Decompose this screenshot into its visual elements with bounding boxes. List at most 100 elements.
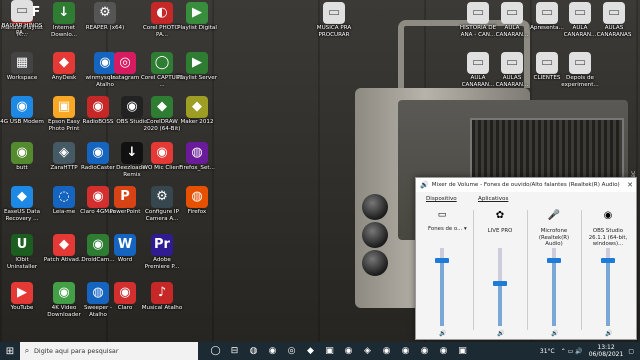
app-volume-slider[interactable]	[601, 257, 615, 263]
start-button[interactable]: ⊞	[0, 342, 20, 360]
app-volume-column: ✿ LIVE PRO 🔊	[476, 202, 524, 337]
desktop-icon[interactable]: ▭ Depois de experiment...	[558, 52, 602, 89]
app-icon: ♪	[151, 282, 173, 304]
app-icon: ⚙	[94, 2, 116, 24]
desktop-icon-label: REAPER (x64)	[85, 25, 125, 31]
app-icon: ▭	[569, 2, 591, 24]
close-icon[interactable]: ✕	[624, 181, 636, 189]
app-icon: P	[114, 186, 136, 208]
app-volume-column: 🎤 Microfone (Realtek(R) Audio) 🔊	[530, 202, 578, 337]
desktop-icon[interactable]: U IObit Uninstaller	[0, 234, 44, 271]
taskbar-app-icon[interactable]: ◈	[358, 342, 377, 360]
desktop-icon[interactable]: ◆ AnyDesk	[42, 52, 86, 82]
volume-mixer-window: 🔊 Mixer de Volume - Fones de ouvido/Alto…	[415, 177, 637, 340]
desktop-icon[interactable]: ◍ Firefox	[175, 186, 219, 216]
desktop-icon[interactable]: ♪ Musical Atalho	[140, 282, 184, 312]
taskbar-app-icon[interactable]: ◉	[434, 342, 453, 360]
device-volume-slider[interactable]	[435, 257, 449, 263]
app-icon: ▭	[536, 2, 558, 24]
desktop-icon[interactable]: ▦ Workspace	[0, 52, 44, 82]
taskbar-app-icon[interactable]: ◉	[339, 342, 358, 360]
device-volume-column: ▭ Fones de o... ▾ 🔊	[418, 202, 467, 337]
desktop-icon[interactable]: ▶ YouTube	[0, 282, 44, 312]
app-volume-fill	[606, 259, 610, 326]
wallpaper-radio-knob	[362, 222, 388, 248]
taskbar-app-icon[interactable]: ◎	[282, 342, 301, 360]
wallpaper-radio-knob	[362, 194, 388, 220]
taskbar-app-icon[interactable]: ◉	[263, 342, 282, 360]
desktop-icon-label: Firefox_Set...	[179, 165, 215, 171]
taskbar-app-icon[interactable]: ▣	[320, 342, 339, 360]
desktop-icon[interactable]: ▭ AULAS CANARANAS	[592, 2, 636, 39]
app-icon: ▶	[186, 2, 208, 24]
desktop-icon-label: AULAS CANARANAS	[596, 25, 632, 38]
desktop-icon[interactable]: ⚙ REAPER (x64)	[83, 2, 127, 32]
desktop-icon[interactable]: ◆ Maker 2012	[175, 96, 219, 126]
app-icon: ◐	[151, 2, 173, 24]
taskbar-app-icon[interactable]: ◉	[396, 342, 415, 360]
mute-speaker-icon[interactable]: 🔊	[549, 330, 561, 337]
app-icon: ◯	[151, 52, 173, 74]
desktop-icon[interactable]: ↓ Internet Downlo...	[42, 2, 86, 39]
app-icon: ⚙	[151, 186, 173, 208]
mute-speaker-icon[interactable]: 🔊	[437, 330, 449, 337]
desktop-icon[interactable]: ◍ Firefox_Set...	[175, 142, 219, 172]
app-icon: ◆	[53, 234, 75, 256]
app-icon: W	[114, 234, 136, 256]
tray-icons[interactable]: ⌃ ▭ 🔊	[561, 348, 583, 355]
app-icon: ◉	[87, 142, 109, 164]
desktop-icon[interactable]: ◆ EaseUS Data Recovery ...	[0, 186, 44, 223]
desktop-icon[interactable]: Pr Adobe Premiere P...	[140, 234, 184, 271]
taskbar-app-icon[interactable]: ▣	[453, 342, 472, 360]
desktop-icon[interactable]: ▶ Playlist Digital	[175, 2, 219, 32]
desktop-icon[interactable]: ▭ BAIXAR HINOS PA...	[0, 0, 44, 37]
taskbar-app-icon[interactable]: ◉	[415, 342, 434, 360]
app-icon: ✿	[495, 210, 505, 221]
app-icon: ▭	[467, 52, 489, 74]
app-volume-label: LIVE PRO	[487, 228, 513, 234]
desktop-icon-label: Firefox	[187, 209, 207, 215]
app-icon: ▦	[11, 52, 33, 74]
desktop-icon-label: 4G USB Modem	[0, 119, 44, 125]
app-volume-slider[interactable]	[493, 281, 507, 287]
taskbar-app-icon[interactable]: ◯	[206, 342, 225, 360]
notification-icon[interactable]: ▢	[628, 348, 634, 355]
search-icon: ⌕	[24, 346, 30, 355]
device-volume-fill	[440, 259, 444, 326]
desktop-icon[interactable]: ▭ MUSICA PRA PROCURAR	[312, 2, 356, 39]
app-icon: ▭	[323, 2, 345, 24]
desktop-icon-label: MUSICA PRA PROCURAR	[316, 25, 352, 38]
app-icon: ▶	[186, 52, 208, 74]
app-volume-fill	[498, 283, 502, 326]
mute-speaker-icon[interactable]: 🔊	[603, 330, 615, 337]
clock[interactable]: 13:12 06/08/2021	[589, 344, 624, 358]
mute-speaker-icon[interactable]: 🔊	[495, 330, 507, 337]
taskbar-app-icon[interactable]: ◍	[244, 342, 263, 360]
mixer-titlebar[interactable]: 🔊 Mixer de Volume - Fones de ouvido/Alto…	[416, 178, 636, 192]
taskbar-app-icon[interactable]: ◆	[301, 342, 320, 360]
weather-text[interactable]: 31°C	[540, 348, 555, 355]
desktop-icon-label: YouTube	[10, 305, 34, 311]
desktop-icon[interactable]: ▶ Playlist Server	[175, 52, 219, 82]
app-icon: ◆	[186, 96, 208, 118]
clock-time: 13:12	[597, 344, 615, 351]
search-box[interactable]: ⌕ Digite aqui para pesquisar	[20, 342, 198, 360]
app-icon: ◍	[186, 142, 208, 164]
app-icon: ▭	[501, 2, 523, 24]
app-icon: ↓	[53, 2, 75, 24]
device-select[interactable]: Fones de o... ▾	[428, 226, 467, 234]
column-divider	[581, 210, 582, 330]
mixer-title: Mixer de Volume - Fones de ouvido/Alto f…	[431, 182, 620, 188]
taskbar-app-icon[interactable]: ◉	[377, 342, 396, 360]
desktop-icon-label: Playlist Server	[176, 75, 217, 81]
app-icon: ◉	[11, 142, 33, 164]
app-volume-slider[interactable]	[547, 257, 561, 263]
app-icon: ▭	[603, 2, 625, 24]
desktop-icon[interactable]: ◉ butt	[0, 142, 44, 172]
desktop-icon[interactable]: ◉ 4G USB Modem	[0, 96, 44, 126]
speaker-device-icon: ▭	[437, 210, 447, 220]
app-icon: ◉	[87, 96, 109, 118]
app-volume-label: Microfone (Realtek(R) Audio)	[538, 228, 570, 247]
taskbar-app-icon[interactable]: ⊟	[225, 342, 244, 360]
app-icon: U	[11, 234, 33, 256]
